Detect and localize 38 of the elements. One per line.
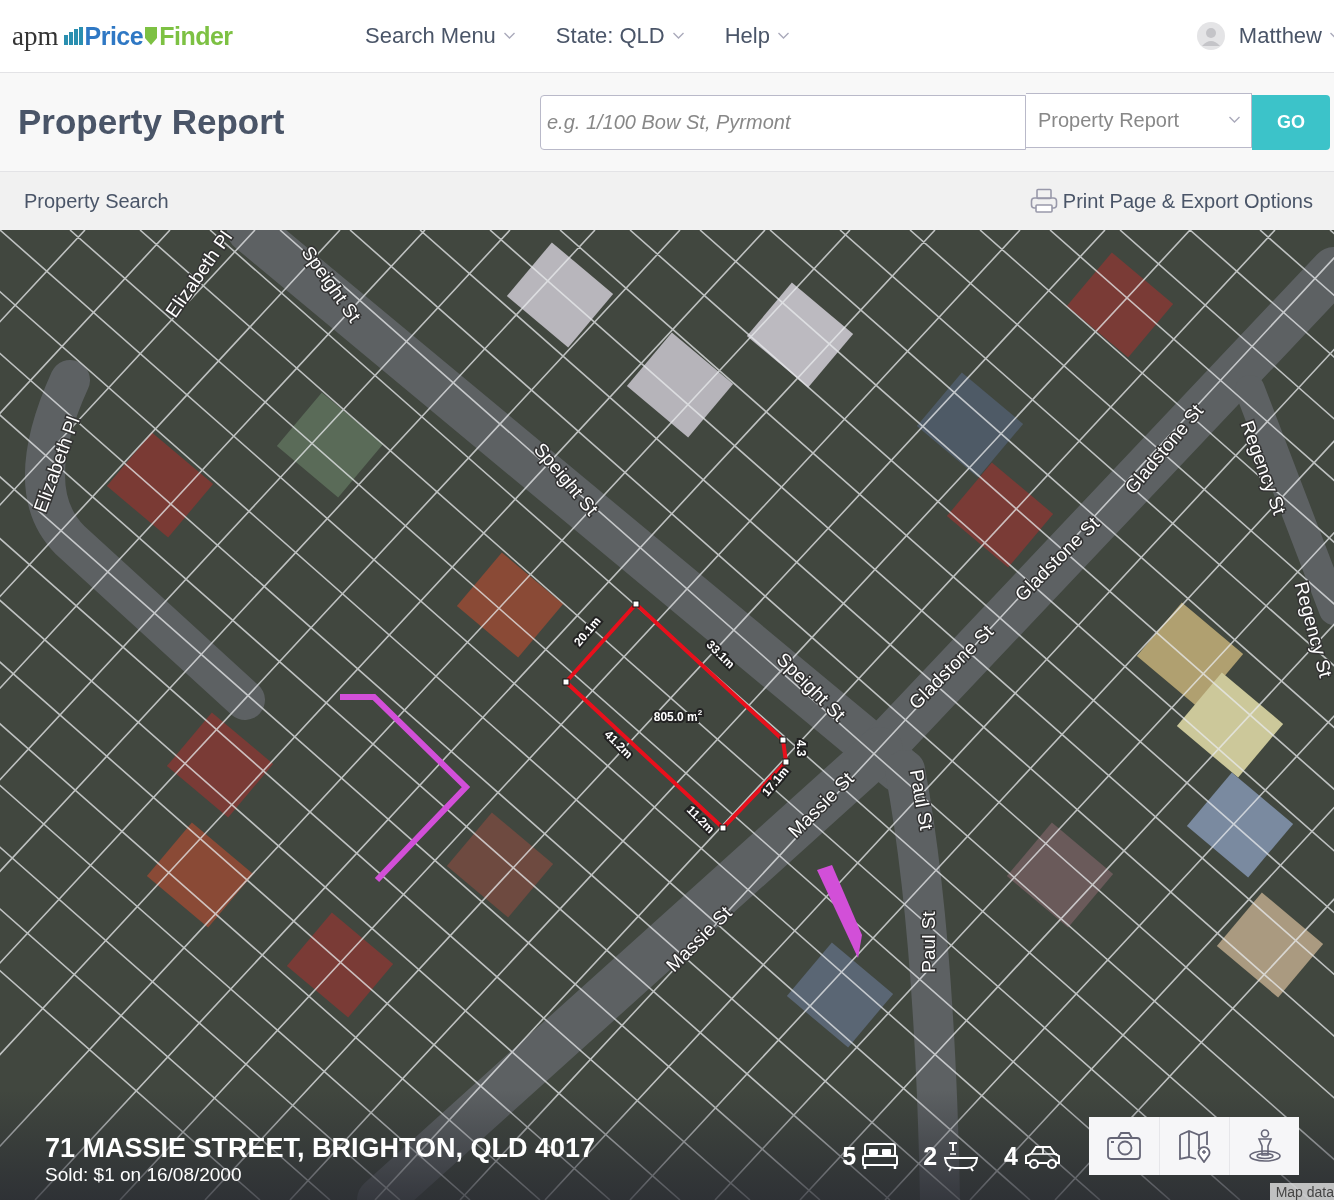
logo-text: Price [84,21,144,51]
bed-icon [862,1140,900,1172]
avatar-icon [1196,22,1225,50]
person-on-pin-icon [1246,1129,1283,1163]
feature-count: 4 [1004,1141,1018,1171]
bathtub-icon [943,1140,981,1172]
map-pin-icon [1176,1129,1213,1163]
sale-info: Sold: $1 on 16/08/2000 [45,1163,243,1186]
chevron-down-icon [1228,116,1241,124]
logo-text: Finder [159,21,233,51]
map-button[interactable] [1159,1117,1229,1175]
print-export-link[interactable]: Print Page & Export Options [1029,188,1313,214]
page-title: Property Report [18,102,286,142]
measurement-label: 4.3 [793,739,808,757]
chevron-down-icon [671,32,685,40]
chevron-down-icon [776,32,790,40]
chevron-down-icon [502,32,516,40]
breadcrumb-link[interactable]: Property Search [24,189,169,213]
nav-menu[interactable]: Help [724,23,790,49]
photos-button[interactable] [1089,1117,1159,1175]
property-address: 71 MASSIE STREET, BRIGHTON, QLD 4017 [45,1132,597,1164]
map-attribution: Map data [1269,1183,1334,1200]
street-label: Paul St [918,911,939,973]
search-field[interactable]: e.g. 1/100 Bow St, Pyrmont [540,94,1026,150]
printer-icon [1029,188,1058,214]
logo-text: apm [12,20,59,52]
user-menu[interactable]: Matthew [1238,23,1334,49]
nav-menu[interactable]: Search Menu [365,23,516,49]
street-label: Paul St [905,767,938,832]
street-view-button[interactable] [1229,1117,1299,1175]
camera-icon [1106,1129,1142,1163]
street-label: Regency St [1290,579,1334,680]
bar-chart-icon [63,27,84,45]
shield-icon [144,26,159,46]
report-type-dropdown[interactable]: Property Report [1026,92,1252,148]
feature-count: 5 [842,1141,857,1171]
nav-menu[interactable]: State: QLD [555,23,685,49]
feature-count: 2 [923,1141,938,1171]
